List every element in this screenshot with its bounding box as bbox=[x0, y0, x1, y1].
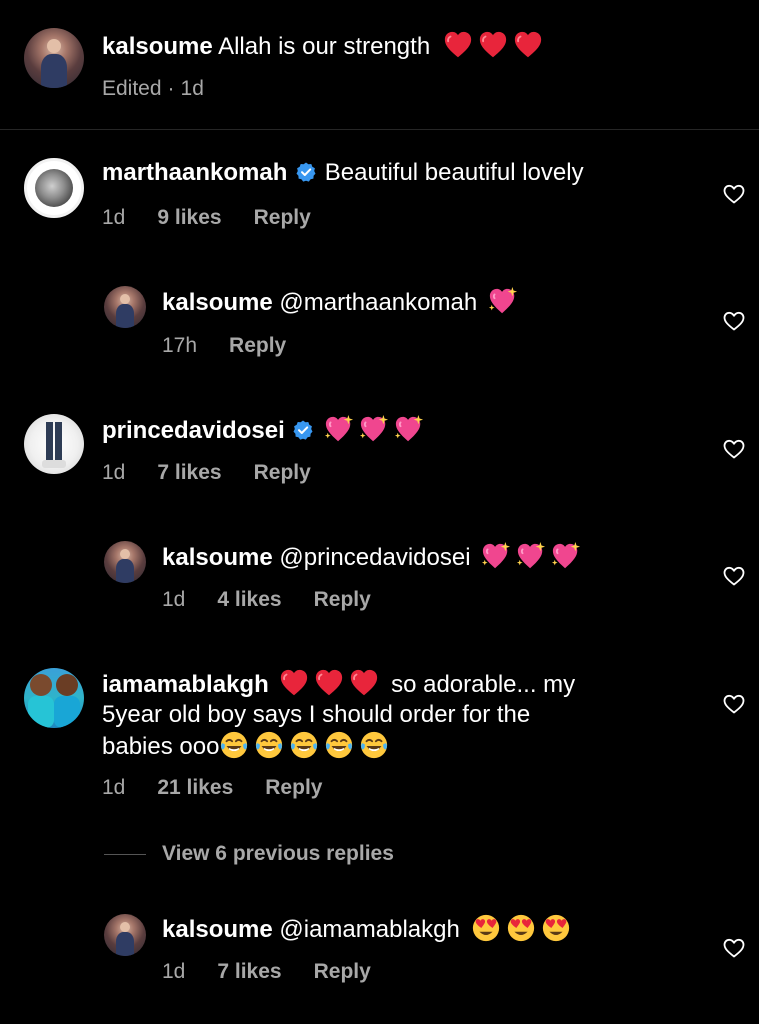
likes-count[interactable]: 9 likes bbox=[157, 206, 221, 230]
avatar-kalsoume[interactable] bbox=[104, 914, 146, 956]
reply-button[interactable]: Reply bbox=[314, 588, 371, 612]
comment-line: princedavidosei bbox=[102, 414, 429, 446]
comment-username[interactable]: princedavidosei bbox=[102, 417, 285, 444]
red-heart-emoji bbox=[478, 30, 508, 60]
comment-text: so adorable... my bbox=[391, 671, 576, 698]
view-replies-label[interactable]: View 6 previous replies bbox=[162, 842, 394, 866]
comment-text: babies ooo bbox=[102, 733, 220, 760]
likes-count[interactable]: 4 likes bbox=[217, 588, 281, 612]
comment-username[interactable]: marthaankomah bbox=[102, 159, 287, 186]
caption-meta: Edited · 1d bbox=[102, 77, 204, 100]
reply-button[interactable]: Reply bbox=[265, 776, 322, 800]
comment-body: iamamablakgh so adorable... my 5year old… bbox=[102, 668, 682, 762]
comment-line: babies ooo bbox=[102, 730, 682, 762]
comment-meta: 1d 7 likes Reply bbox=[102, 461, 343, 485]
mention-link[interactable]: @marthaankomah bbox=[279, 289, 477, 316]
red-heart-emoji bbox=[279, 668, 309, 698]
tears-of-joy-emoji bbox=[219, 730, 249, 760]
tears-of-joy-emoji bbox=[359, 730, 389, 760]
sparkling-heart-emoji bbox=[359, 414, 389, 444]
red-heart-emoji bbox=[513, 30, 543, 60]
caption-text: Allah is our strength bbox=[218, 33, 431, 60]
likes-count[interactable]: 7 likes bbox=[217, 960, 281, 984]
comment-line: marthaankomah Beautiful beautiful lovely bbox=[102, 158, 584, 188]
comment-username[interactable]: kalsoume bbox=[162, 289, 273, 316]
avatar-iamamablakgh[interactable] bbox=[24, 668, 84, 728]
sparkling-heart-emoji bbox=[324, 414, 354, 444]
comment-line: kalsoume @iamamablakgh bbox=[162, 913, 576, 945]
red-heart-emoji bbox=[314, 668, 344, 698]
comment-meta: 1d 7 likes Reply bbox=[162, 960, 403, 984]
comment-time: 1d bbox=[102, 461, 126, 484]
avatar-marthaankomah[interactable] bbox=[24, 158, 84, 218]
sparkling-heart-emoji bbox=[516, 541, 546, 571]
comment-meta: 17h Reply bbox=[162, 334, 318, 358]
like-heart-icon[interactable] bbox=[722, 936, 746, 960]
heart-eyes-emoji bbox=[506, 913, 536, 943]
like-heart-icon[interactable] bbox=[722, 182, 746, 206]
comment-text: 5year old boy says I should order for th… bbox=[102, 701, 531, 728]
verified-badge-icon bbox=[293, 420, 313, 440]
comment-text: Beautiful beautiful lovely bbox=[324, 159, 584, 186]
edited-label: Edited bbox=[102, 77, 162, 100]
likes-count[interactable]: 7 likes bbox=[157, 461, 221, 485]
caption-line: kalsoume Allah is our strength bbox=[102, 30, 548, 62]
like-heart-icon[interactable] bbox=[722, 692, 746, 716]
comment-line: iamamablakgh so adorable... my bbox=[102, 668, 682, 700]
sparkling-heart-emoji bbox=[481, 541, 511, 571]
tears-of-joy-emoji bbox=[254, 730, 284, 760]
tears-of-joy-emoji bbox=[289, 730, 319, 760]
comment-username[interactable]: kalsoume bbox=[162, 916, 273, 943]
post-caption: kalsoume Allah is our strength Edited · … bbox=[0, 0, 759, 130]
mention-link[interactable]: @iamamablakgh bbox=[279, 916, 459, 943]
like-heart-icon[interactable] bbox=[722, 309, 746, 333]
like-heart-icon[interactable] bbox=[722, 564, 746, 588]
sparkling-heart-emoji bbox=[394, 414, 424, 444]
avatar-kalsoume[interactable] bbox=[104, 541, 146, 583]
avatar-kalsoume[interactable] bbox=[24, 28, 84, 88]
sparkling-heart-emoji bbox=[488, 286, 518, 316]
red-heart-emoji bbox=[443, 30, 473, 60]
tears-of-joy-emoji bbox=[324, 730, 354, 760]
heart-eyes-emoji bbox=[541, 913, 571, 943]
caption-time: 1d bbox=[180, 77, 204, 100]
comment-line: kalsoume @princedavidosei bbox=[162, 541, 586, 573]
comment-time: 1d bbox=[162, 588, 186, 611]
reply-button[interactable]: Reply bbox=[254, 461, 311, 485]
comment-meta: 1d 21 likes Reply bbox=[102, 776, 354, 800]
heart-eyes-emoji bbox=[471, 913, 501, 943]
view-previous-replies[interactable]: View 6 previous replies bbox=[104, 842, 394, 866]
mention-link[interactable]: @princedavidosei bbox=[279, 544, 470, 571]
comment-time: 17h bbox=[162, 334, 198, 357]
avatar-kalsoume[interactable] bbox=[104, 286, 146, 328]
comment-meta: 1d 4 likes Reply bbox=[162, 588, 403, 612]
avatar-princedavidosei[interactable] bbox=[24, 414, 84, 474]
comment-username[interactable]: kalsoume bbox=[162, 544, 273, 571]
sparkling-heart-emoji bbox=[551, 541, 581, 571]
red-heart-emoji bbox=[349, 668, 379, 698]
divider-line bbox=[104, 853, 146, 855]
like-heart-icon[interactable] bbox=[722, 437, 746, 461]
reply-button[interactable]: Reply bbox=[229, 334, 286, 358]
comment-line: kalsoume @marthaankomah bbox=[162, 286, 523, 318]
comment-username[interactable]: iamamablakgh bbox=[102, 671, 269, 698]
verified-badge-icon bbox=[296, 162, 316, 182]
comment-time: 1d bbox=[102, 776, 126, 799]
caption-username[interactable]: kalsoume bbox=[102, 33, 213, 60]
comment-time: 1d bbox=[162, 960, 186, 983]
comment-time: 1d bbox=[102, 206, 126, 229]
reply-button[interactable]: Reply bbox=[254, 206, 311, 230]
comment-meta: 1d 9 likes Reply bbox=[102, 206, 343, 230]
likes-count[interactable]: 21 likes bbox=[157, 776, 233, 800]
reply-button[interactable]: Reply bbox=[314, 960, 371, 984]
